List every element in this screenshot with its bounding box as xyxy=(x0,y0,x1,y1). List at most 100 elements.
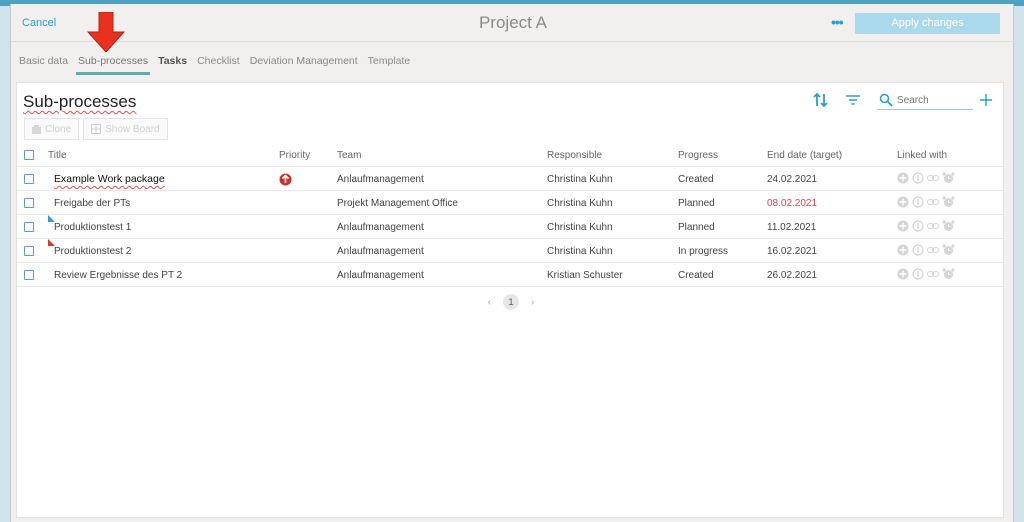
action-toolbar: Clone Show Board xyxy=(24,118,168,140)
column-header-team[interactable]: Team xyxy=(337,150,361,161)
filter-icon[interactable] xyxy=(845,93,861,107)
red-flag-icon xyxy=(48,239,62,246)
row-progress: Planned xyxy=(678,198,715,209)
high-priority-icon xyxy=(279,173,292,186)
row-checkbox[interactable] xyxy=(24,246,34,256)
table-row[interactable]: Produktionstest 1 Anlaufmanagement Chris… xyxy=(17,215,1005,239)
info-circle-icon[interactable] xyxy=(912,268,924,280)
info-circle-icon[interactable] xyxy=(912,172,924,184)
tab-basic-data[interactable]: Basic data xyxy=(18,55,73,73)
link-icon[interactable] xyxy=(927,246,939,254)
table-row[interactable]: Review Ergebnisse des PT 2 Anlaufmanagem… xyxy=(17,263,1005,287)
next-page-button[interactable]: › xyxy=(531,297,534,308)
info-circle-icon[interactable] xyxy=(912,220,924,232)
search-icon xyxy=(879,93,893,107)
row-team: Anlaufmanagement xyxy=(337,246,424,257)
row-title[interactable]: Review Ergebnisse des PT 2 xyxy=(54,270,182,281)
row-checkbox[interactable] xyxy=(24,198,34,208)
page-1-button[interactable]: 1 xyxy=(503,294,519,310)
linked-icons xyxy=(897,172,955,184)
row-responsible: Christina Kuhn xyxy=(547,198,613,209)
previous-page-button[interactable]: ‹ xyxy=(488,297,491,308)
row-title[interactable]: Freigabe der PTs xyxy=(54,198,130,209)
row-progress: In progress xyxy=(678,246,729,257)
plus-circle-icon[interactable] xyxy=(897,268,909,280)
row-end-date-overdue: 08.02.2021 xyxy=(767,198,818,209)
info-circle-icon[interactable] xyxy=(912,244,924,256)
info-circle-icon[interactable] xyxy=(912,196,924,208)
alarm-clock-icon[interactable] xyxy=(942,196,955,208)
alarm-clock-icon[interactable] xyxy=(942,220,955,232)
pagination: ‹ 1 › xyxy=(17,294,1005,310)
table-row[interactable]: Example Work package Anlaufmanagement Ch… xyxy=(17,167,1005,191)
alarm-clock-icon[interactable] xyxy=(942,244,955,256)
add-icon[interactable] xyxy=(979,93,993,107)
row-end-date: 26.02.2021 xyxy=(767,270,818,281)
row-team: Anlaufmanagement xyxy=(337,222,424,233)
apply-changes-button[interactable]: Apply changes xyxy=(855,13,1000,34)
sub-processes-table: Title Priority Team Responsible Progress… xyxy=(17,143,1005,287)
select-all-checkbox[interactable] xyxy=(24,150,34,160)
column-header-title[interactable]: Title xyxy=(48,150,67,161)
linked-icons xyxy=(897,244,955,256)
tab-deviation-management[interactable]: Deviation Management xyxy=(249,55,363,73)
column-header-priority[interactable]: Priority xyxy=(279,150,310,161)
clone-button[interactable]: Clone xyxy=(24,118,80,140)
panel-title: Sub-processes xyxy=(23,92,137,111)
row-title[interactable]: Produktionstest 2 xyxy=(54,246,131,257)
link-icon[interactable] xyxy=(927,270,939,278)
search-input[interactable] xyxy=(897,93,969,108)
column-header-responsible[interactable]: Responsible xyxy=(547,150,602,161)
row-team: Projekt Management Office xyxy=(337,198,458,209)
alarm-clock-icon[interactable] xyxy=(942,268,955,280)
row-responsible: Christina Kuhn xyxy=(547,222,613,233)
link-icon[interactable] xyxy=(927,198,939,206)
row-end-date: 24.02.2021 xyxy=(767,174,818,185)
plus-circle-icon[interactable] xyxy=(897,196,909,208)
modal-window: Cancel Project A ••• Apply changes Basic… xyxy=(10,4,1015,522)
row-responsible: Christina Kuhn xyxy=(547,246,613,257)
table-row[interactable]: Freigabe der PTs Projekt Management Offi… xyxy=(17,191,1005,215)
link-icon[interactable] xyxy=(927,222,939,230)
sub-processes-panel: Sub-processes Clone Show Board xyxy=(16,82,1005,518)
plus-circle-icon[interactable] xyxy=(897,172,909,184)
column-header-progress[interactable]: Progress xyxy=(678,150,718,161)
row-progress: Created xyxy=(678,174,714,185)
sort-icon[interactable] xyxy=(813,93,829,107)
clone-icon xyxy=(32,124,41,134)
row-checkbox[interactable] xyxy=(24,174,34,184)
alarm-clock-icon[interactable] xyxy=(942,172,955,184)
plus-circle-icon[interactable] xyxy=(897,220,909,232)
row-responsible: Kristian Schuster xyxy=(547,270,623,281)
link-icon[interactable] xyxy=(927,174,939,182)
row-responsible: Christina Kuhn xyxy=(547,174,613,185)
row-end-date: 16.02.2021 xyxy=(767,246,818,257)
tab-tasks[interactable]: Tasks xyxy=(157,55,192,73)
tab-template[interactable]: Template xyxy=(367,55,416,73)
red-arrow-annotation-icon xyxy=(87,12,125,52)
row-progress: Planned xyxy=(678,222,715,233)
blue-flag-icon xyxy=(48,215,62,222)
clone-label: Clone xyxy=(45,123,72,135)
row-checkbox[interactable] xyxy=(24,222,34,232)
board-icon xyxy=(91,124,102,134)
table-header-row: Title Priority Team Responsible Progress… xyxy=(17,143,1005,167)
row-title[interactable]: Example Work package xyxy=(54,173,165,185)
linked-icons xyxy=(897,220,955,232)
linked-icons xyxy=(897,268,955,280)
row-end-date: 11.02.2021 xyxy=(767,222,817,233)
tab-sub-processes[interactable]: Sub-processes xyxy=(76,55,153,75)
row-title[interactable]: Produktionstest 1 xyxy=(54,222,131,233)
column-header-end-date[interactable]: End date (target) xyxy=(767,150,842,161)
plus-circle-icon[interactable] xyxy=(897,244,909,256)
row-checkbox[interactable] xyxy=(24,270,34,280)
search-field xyxy=(877,92,973,110)
linked-icons xyxy=(897,196,955,208)
table-row[interactable]: Produktionstest 2 Anlaufmanagement Chris… xyxy=(17,239,1005,263)
show-board-button[interactable]: Show Board xyxy=(83,118,168,140)
tab-checklist[interactable]: Checklist xyxy=(196,55,245,73)
header-bar: Cancel Project A ••• Apply changes xyxy=(11,4,1015,42)
tab-bar: Basic data Sub-processes Tasks Checklist… xyxy=(18,55,419,75)
column-header-linked[interactable]: Linked with xyxy=(897,150,947,161)
more-options-button[interactable]: ••• xyxy=(831,14,844,30)
